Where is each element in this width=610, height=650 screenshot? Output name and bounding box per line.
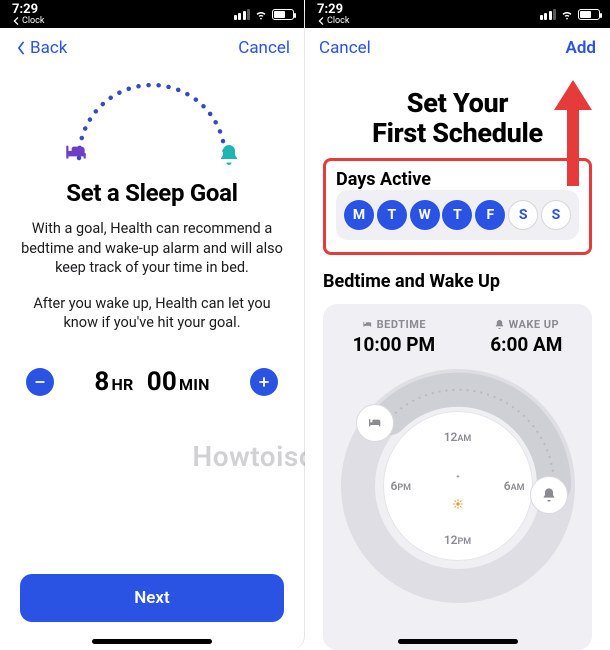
minus-icon [32, 374, 48, 390]
star-icon [453, 468, 463, 487]
add-button[interactable]: Add [566, 38, 597, 58]
dial-label-12am: 12AM [444, 430, 472, 444]
status-right-icons [540, 7, 601, 21]
bedtime-wakeup-heading: Bedtime and Wake Up [323, 271, 592, 292]
dial-label-12pm: 12PM [444, 533, 471, 547]
day-toggle-wed[interactable]: W [410, 200, 440, 230]
decrease-button[interactable] [26, 368, 54, 396]
sun-icon [452, 495, 464, 514]
increase-button[interactable] [250, 368, 278, 396]
bedtime-handle[interactable] [356, 404, 394, 442]
status-bar: 7:29 Clock [305, 0, 610, 28]
bell-icon [541, 487, 557, 503]
wakeup-value: 6:00 AM [490, 333, 562, 356]
cancel-button[interactable]: Cancel [319, 38, 371, 58]
day-toggle-sat[interactable]: S [508, 200, 538, 230]
back-button[interactable]: Back [14, 38, 67, 58]
days-active-annotation-box: Days Active M T W T F S S [323, 158, 592, 255]
wakeup-column: WAKE UP 6:00 AM [490, 318, 562, 356]
day-toggle-sun[interactable]: S [541, 200, 571, 230]
breadcrumb[interactable]: Clock [317, 17, 349, 26]
next-button[interactable]: Next [20, 574, 284, 622]
day-toggle-fri[interactable]: F [475, 200, 505, 230]
wakeup-handle[interactable] [530, 476, 568, 514]
bell-icon [494, 319, 505, 330]
battery-icon [272, 9, 294, 20]
home-indicator[interactable] [398, 639, 518, 644]
wifi-icon [254, 7, 268, 21]
sleep-dial[interactable]: 12AM 6AM 12PM 6PM [338, 366, 578, 606]
bed-icon [362, 319, 373, 330]
battery-icon [578, 9, 600, 20]
bed-icon [63, 139, 89, 169]
sleep-goal-value: 8HR 00MIN [94, 367, 209, 397]
chevron-left-icon [317, 17, 325, 25]
cancel-button[interactable]: Cancel [238, 38, 290, 58]
bell-icon [217, 143, 241, 171]
day-toggle-thu[interactable]: T [442, 200, 472, 230]
breadcrumb[interactable]: Clock [12, 17, 44, 26]
wifi-icon [560, 7, 574, 21]
chevron-left-icon [14, 41, 28, 55]
page-title: Set a Sleep Goal [66, 179, 237, 207]
bed-icon [367, 415, 383, 431]
status-bar: 7:29 Clock [0, 0, 304, 28]
cellular-icon [234, 9, 251, 20]
days-active-selector: M T W T F S S [336, 190, 579, 240]
description-text-1: With a goal, Health can recommend a bedt… [20, 219, 284, 278]
dial-label-6am: 6AM [504, 479, 525, 493]
day-toggle-tue[interactable]: T [377, 200, 407, 230]
dial-label-6pm: 6PM [391, 479, 412, 493]
sleep-arc-graphic [67, 80, 237, 165]
description-text-2: After you wake up, Health can let you kn… [20, 294, 284, 333]
bedtime-wakeup-card: BEDTIME 10:00 PM WAKE UP 6:00 AM [323, 304, 592, 650]
phone-screen-first-schedule: 7:29 Clock Cancel Add Set YourFirst Sche… [305, 0, 610, 650]
cellular-icon [540, 9, 557, 20]
phone-screen-sleep-goal: 7:29 Clock Back Cancel [0, 0, 305, 650]
chevron-left-icon [12, 17, 20, 25]
plus-icon [256, 374, 272, 390]
nav-bar: Cancel Add [305, 28, 610, 68]
sleep-goal-stepper: 8HR 00MIN [20, 367, 284, 397]
page-title: Set YourFirst Schedule [323, 88, 592, 148]
status-right-icons [234, 7, 295, 21]
days-active-heading: Days Active [336, 169, 579, 190]
nav-bar: Back Cancel [0, 28, 304, 68]
status-time: 7:29 [12, 3, 44, 16]
bedtime-column: BEDTIME 10:00 PM [353, 318, 436, 356]
day-toggle-mon[interactable]: M [344, 200, 374, 230]
status-time: 7:29 [317, 3, 349, 16]
bedtime-value: 10:00 PM [353, 333, 436, 356]
home-indicator[interactable] [92, 639, 212, 644]
